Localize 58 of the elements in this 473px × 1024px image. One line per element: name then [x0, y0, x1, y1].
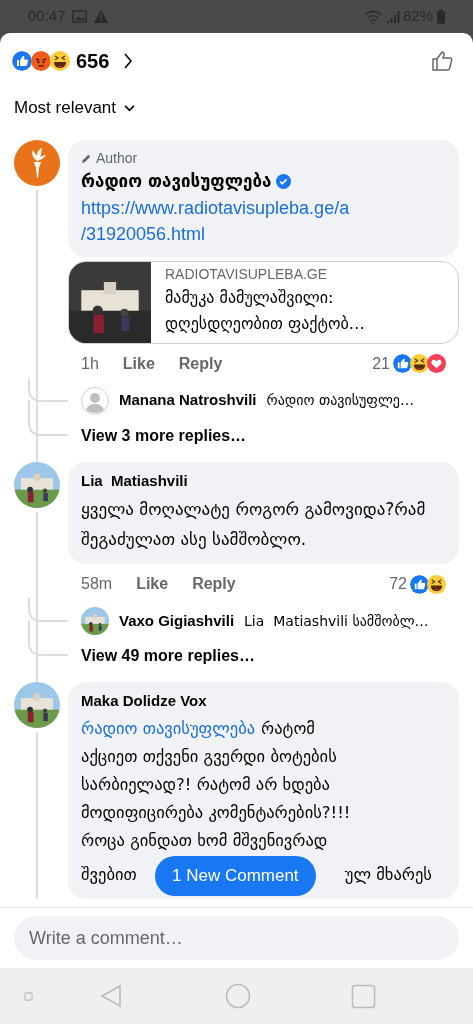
- commenter-name[interactable]: Lia Matiashvili: [81, 469, 188, 492]
- battery-icon: [437, 9, 445, 24]
- chevron-right-icon[interactable]: [123, 52, 134, 69]
- wifi-icon: [363, 9, 382, 24]
- comment-text: ყველა მოღალატე როგორ გამოვიდა?რამ შეგაძულათ ასე სამშობლო.: [81, 498, 427, 551]
- link-text[interactable]: /31920056.html: [81, 220, 446, 247]
- laughing-reaction-icon: [427, 574, 446, 594]
- heart-reaction-icon: [427, 354, 446, 373]
- commenter-name[interactable]: რადიო თავისუფლება: [81, 169, 272, 195]
- comment-text-line: ულ მხარეს: [344, 863, 432, 886]
- view-more-replies-link[interactable]: View 49 more replies…: [81, 644, 255, 668]
- avatar-silhouette-icon: [81, 386, 109, 415]
- reply-author[interactable]: Vaxo Gigiashvili: [119, 609, 235, 633]
- like-link[interactable]: Like: [122, 351, 155, 376]
- signal-icon: [385, 9, 400, 24]
- angry-reaction-icon: [31, 50, 51, 71]
- like-link[interactable]: Like: [136, 572, 169, 596]
- comment-text-line: მოდიფიცირება კომენტარების?!!!: [81, 801, 351, 824]
- comment-text-line: აქციეთ თქვენი გვერდი ბოტების: [81, 745, 337, 768]
- reply-link[interactable]: Reply: [192, 572, 236, 596]
- new-comment-button[interactable]: 1 New Comment: [155, 855, 316, 896]
- reply-link[interactable]: Reply: [178, 351, 223, 376]
- home-icon[interactable]: [225, 983, 251, 1009]
- reply-preview: Lia Matiashvili სამშობლ…: [244, 611, 429, 631]
- chevron-down-icon: [124, 104, 136, 112]
- image-icon: [71, 9, 87, 24]
- comment-text-line: შვებით: [81, 863, 137, 886]
- author-label: Author: [96, 149, 138, 168]
- thumbs-up-icon[interactable]: [431, 48, 455, 73]
- link-text[interactable]: https://www.radiotavisupleba.ge/a: [81, 194, 446, 221]
- sort-dropdown[interactable]: Most relevant: [0, 88, 150, 128]
- link-preview-card[interactable]: RADIOTAVISUPLEBA.GE მამუკა მამულაშვილი: დღესდღეობით ფაქტობ…: [68, 260, 459, 344]
- comment-input-field[interactable]: Write a comment…: [14, 916, 459, 960]
- pencil-icon: [81, 153, 92, 164]
- reaction-count: 72: [389, 574, 407, 594]
- torch-logo-icon: [14, 140, 60, 186]
- like-reaction-icon: [12, 50, 32, 71]
- view-more-replies-link[interactable]: View 3 more replies…: [81, 423, 247, 448]
- reply-author[interactable]: Manana Natroshvili: [119, 389, 257, 412]
- reaction-total[interactable]: 656: [76, 45, 110, 76]
- like-reaction-icon: [410, 574, 429, 594]
- comment-text-line: როცა გინდათ ხომ მშვენივრად: [81, 829, 328, 852]
- comment-text-line: რატომ: [261, 717, 315, 740]
- reply-preview: რადიო თავისუფლე…: [266, 391, 414, 410]
- reaction-count: 21: [372, 353, 390, 374]
- commenter-name[interactable]: Maka Dolidze Vox: [81, 690, 207, 713]
- preview-title: მამუკა მამულაშვილი: დღესდღეობით ფაქტობ…: [165, 286, 366, 335]
- preview-domain: RADIOTAVISUPLEBA.GE: [165, 264, 329, 284]
- laughing-reaction-icon: [50, 50, 70, 71]
- like-reaction-icon: [393, 354, 412, 373]
- back-icon[interactable]: [99, 983, 123, 1009]
- mention-link[interactable]: რადიო თავისუფლება: [81, 714, 256, 743]
- comment-time: 58m: [81, 574, 113, 594]
- recent-apps-icon[interactable]: [351, 983, 376, 1009]
- comment-text-line: სარბიელად?! რატომ არ ხდება: [81, 773, 330, 796]
- warning-icon: [92, 9, 109, 24]
- laughing-reaction-icon: [410, 354, 429, 373]
- comment-time: 1h: [81, 353, 99, 374]
